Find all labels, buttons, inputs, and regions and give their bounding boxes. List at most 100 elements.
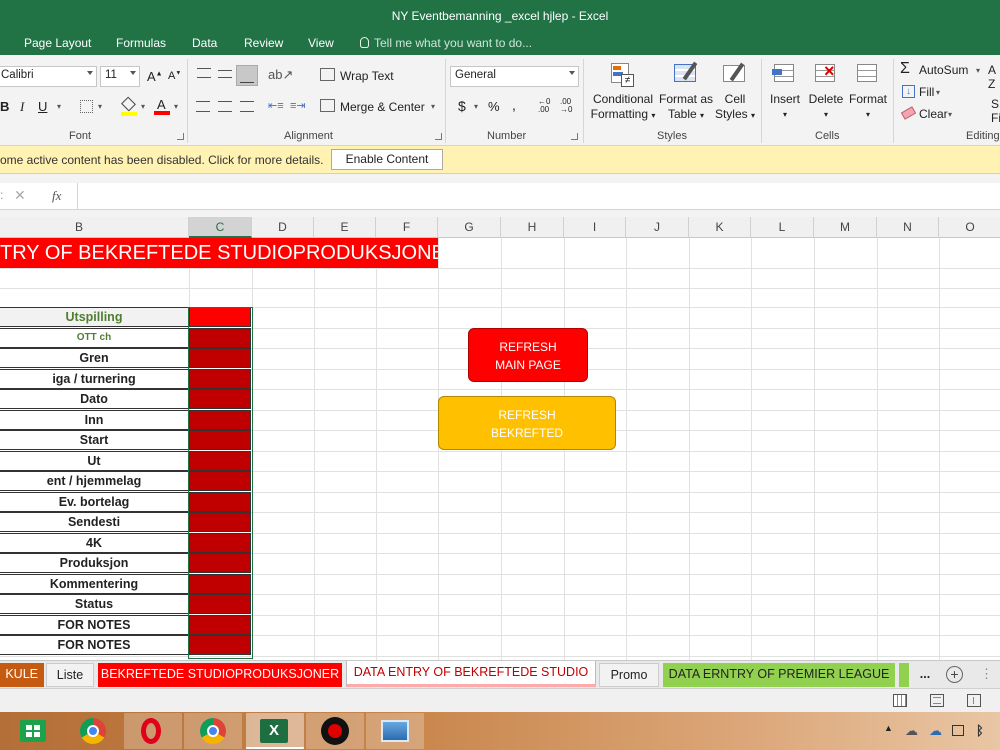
tab-review[interactable]: Review <box>244 36 283 50</box>
percent-icon[interactable]: % <box>488 99 500 114</box>
cancel-icon[interactable]: ✕ <box>14 187 26 204</box>
worksheet-grid[interactable]: TRY OF BEKREFTEDE STUDIOPRODUKSJONER Uts… <box>0 238 1000 660</box>
sheet-tab-premier-league[interactable]: DATA ERNTRY OF PREMIER LEAGUE <box>663 663 895 687</box>
cell-styles-button[interactable]: Cell Styles ▾ <box>712 61 758 123</box>
column-header-e[interactable]: E <box>314 217 376 238</box>
field-label[interactable]: Kommentering <box>0 573 189 594</box>
column-header-l[interactable]: L <box>751 217 814 238</box>
alignment-launcher-icon[interactable] <box>435 133 442 140</box>
field-label[interactable]: Produksjon <box>0 553 189 573</box>
underline-icon[interactable]: U <box>38 99 47 114</box>
field-label[interactable]: Start <box>0 430 189 450</box>
column-header-i[interactable]: I <box>564 217 626 238</box>
sheet-more-button[interactable]: ... <box>912 663 938 687</box>
merge-dropdown-icon[interactable]: ▾ <box>431 102 435 111</box>
top-align-icon[interactable] <box>197 68 211 78</box>
fill-color-icon[interactable] <box>121 96 137 116</box>
column-header-n[interactable]: N <box>877 217 939 238</box>
normal-view-icon[interactable] <box>893 694 907 707</box>
field-label[interactable]: Inn <box>0 409 189 430</box>
underline-dropdown-icon[interactable]: ▾ <box>57 102 61 111</box>
insert-function-icon[interactable]: fx <box>52 188 61 204</box>
merge-center-button[interactable]: Merge & Center <box>340 100 425 114</box>
insert-button[interactable]: Insert ▾ <box>766 61 804 122</box>
column-header-c[interactable]: C <box>189 217 252 238</box>
field-label[interactable]: ent / hjemmelag <box>0 471 189 491</box>
field-label[interactable]: Status <box>0 594 189 614</box>
field-label[interactable]: 4K <box>0 532 189 553</box>
tell-me-box[interactable]: Tell me what you want to do... <box>360 36 532 50</box>
number-launcher-icon[interactable] <box>571 133 578 140</box>
currency-dropdown-icon[interactable]: ▾ <box>474 102 478 111</box>
bottom-align-icon[interactable] <box>236 65 258 86</box>
font-name-box[interactable]: Calibri <box>0 66 97 87</box>
format-as-table-button[interactable]: Format as Table ▾ <box>658 61 714 123</box>
field-label[interactable]: OTT ch <box>0 327 189 348</box>
chrome-icon[interactable] <box>64 713 122 749</box>
sheet-tab-bekreftede[interactable]: BEKREFTEDE STUDIOPRODUKSJONER <box>98 663 342 687</box>
column-header-f[interactable]: F <box>376 217 438 238</box>
opera-icon[interactable] <box>124 713 182 749</box>
number-format-box[interactable]: General <box>450 66 579 87</box>
sheet-tab-partial[interactable] <box>899 663 909 687</box>
excel-icon[interactable]: X <box>246 713 304 749</box>
input-cell[interactable] <box>189 553 251 573</box>
input-cell[interactable] <box>189 614 251 635</box>
sheet-tab-data-entry-bekreftede[interactable]: DATA ENTRY OF BEKREFTEDE STUDIO <box>346 661 596 687</box>
autosum-button[interactable]: AutoSum <box>919 63 968 77</box>
field-label[interactable]: Ev. bortelag <box>0 491 189 512</box>
store-icon[interactable] <box>4 713 62 749</box>
tab-splitter-icon[interactable]: ⋮ <box>980 666 993 682</box>
autosum-dropdown-icon[interactable]: ▾ <box>976 66 980 75</box>
middle-align-icon[interactable] <box>218 70 232 78</box>
input-cell[interactable] <box>189 409 251 430</box>
sort-filter-partial[interactable]: S <box>991 97 999 111</box>
increase-decimal-icon[interactable]: ←0.00 <box>538 98 550 114</box>
input-cell[interactable] <box>189 389 251 409</box>
clear-dropdown-icon[interactable]: ▾ <box>948 110 952 119</box>
tab-data[interactable]: Data <box>192 36 217 50</box>
input-cell[interactable] <box>189 327 251 348</box>
column-header-g[interactable]: G <box>438 217 501 238</box>
sheet-tab-liste[interactable]: Liste <box>46 663 94 687</box>
input-cell[interactable] <box>189 594 251 614</box>
input-cell[interactable] <box>189 512 251 532</box>
input-cell[interactable] <box>189 430 251 450</box>
clear-button[interactable]: Clear <box>919 107 948 121</box>
fill-button[interactable]: Fill <box>919 85 934 99</box>
sort-filter-icon[interactable]: AZ <box>988 63 996 91</box>
enable-content-button[interactable]: Enable Content <box>331 149 443 170</box>
field-label[interactable]: Dato <box>0 389 189 409</box>
field-label[interactable]: Sendesti <box>0 512 189 532</box>
column-header-j[interactable]: J <box>626 217 689 238</box>
tab-page-layout[interactable]: Page Layout <box>24 36 91 50</box>
input-cell[interactable] <box>189 450 251 471</box>
chrome-alt-icon[interactable] <box>184 713 242 749</box>
tab-view[interactable]: View <box>308 36 334 50</box>
tab-formulas[interactable]: Formulas <box>116 36 166 50</box>
find-select-partial[interactable]: Fi <box>991 111 1000 125</box>
increase-font-icon[interactable]: A▲ <box>147 69 163 84</box>
input-cell[interactable] <box>189 368 251 389</box>
field-label[interactable]: FOR NOTES <box>0 635 189 655</box>
align-left-icon[interactable] <box>196 101 210 112</box>
column-header-k[interactable]: K <box>689 217 751 238</box>
decrease-indent-icon[interactable]: ⇤≡ <box>268 99 284 112</box>
delete-button[interactable]: × Delete ▾ <box>806 61 846 122</box>
input-cell[interactable] <box>189 573 251 594</box>
battery-icon[interactable] <box>952 725 964 736</box>
page-break-view-icon[interactable] <box>967 694 981 707</box>
bold-icon[interactable]: B <box>0 99 9 114</box>
decrease-decimal-icon[interactable]: .00 →0 <box>560 98 572 114</box>
field-label[interactable]: Gren <box>0 348 189 368</box>
comma-icon[interactable]: , <box>512 97 516 113</box>
onedrive-icon[interactable]: ☁ <box>929 723 942 739</box>
field-label[interactable]: Ut <box>0 450 189 471</box>
column-header-o[interactable]: O <box>939 217 1000 238</box>
formula-input[interactable] <box>78 183 1000 210</box>
format-button[interactable]: Format ▾ <box>846 61 890 122</box>
column-header-b[interactable]: B <box>0 217 189 238</box>
conditional-formatting-button[interactable]: ≠ Conditional Formatting ▾ <box>588 61 658 123</box>
fill-btn-dropdown-icon[interactable]: ▾ <box>936 88 940 97</box>
input-cell[interactable] <box>189 491 251 512</box>
